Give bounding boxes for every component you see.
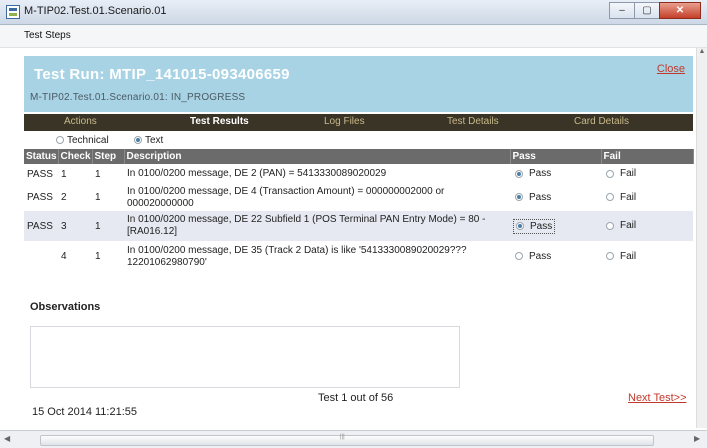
pass-label: Pass	[529, 191, 552, 203]
observations-textarea[interactable]	[30, 326, 460, 388]
minimize-button[interactable]: –	[609, 2, 635, 19]
tab-log-files[interactable]: Log Files	[324, 116, 365, 127]
observations-label: Observations	[30, 301, 101, 313]
test-run-status: M-TIP02.Test.01.Scenario.01: IN_PROGRESS	[30, 92, 246, 103]
pass-option[interactable]: Pass	[513, 191, 553, 204]
radio-selected-icon[interactable]	[515, 193, 523, 202]
radio-selected-icon[interactable]	[134, 136, 142, 145]
test-run-title: Test Run: MTIP_141015-093406659	[34, 66, 290, 83]
scroll-right-icon[interactable]: ▶	[694, 434, 700, 443]
fail-option[interactable]: Fail	[604, 191, 638, 204]
status-cell: PASS	[24, 164, 58, 184]
fail-label: Fail	[620, 191, 637, 203]
pass-cell: Pass	[510, 211, 601, 241]
tab-card-details[interactable]: Card Details	[574, 116, 629, 127]
table-row: PASS 3 1 In 0100/0200 message, DE 22 Sub…	[24, 211, 693, 241]
pass-cell: Pass	[510, 184, 601, 211]
step-cell: 1	[92, 184, 124, 211]
radio-icon[interactable]	[606, 169, 614, 178]
horizontal-scroll-thumb[interactable]	[40, 435, 654, 446]
radio-icon[interactable]	[606, 252, 614, 261]
table-header-row: Status Check Step Description Pass Fail	[24, 149, 694, 164]
fail-label: Fail	[620, 250, 637, 262]
check-cell: 1	[58, 164, 92, 184]
radio-icon[interactable]	[606, 221, 614, 230]
pass-option[interactable]: Pass	[513, 167, 553, 180]
step-cell: 1	[92, 241, 124, 272]
view-technical-label: Technical	[67, 135, 109, 146]
test-steps-table: Status Check Step Description Pass Fail …	[24, 149, 694, 272]
fail-label: Fail	[620, 220, 637, 232]
fail-option[interactable]: Fail	[604, 219, 638, 232]
pass-cell: Pass	[510, 241, 601, 272]
radio-selected-icon[interactable]	[515, 169, 523, 178]
fail-option[interactable]: Fail	[604, 167, 638, 180]
maximize-button[interactable]: ▢	[634, 2, 660, 19]
pass-cell: Pass	[510, 164, 601, 184]
step-cell: 1	[92, 164, 124, 184]
menu-bar: Test Steps	[0, 25, 707, 48]
timestamp: 15 Oct 2014 11:21:55	[32, 406, 137, 418]
view-text-label: Text	[145, 135, 164, 146]
radio-icon[interactable]	[56, 136, 64, 145]
description-cell: In 0100/0200 message, DE 4 (Transaction …	[124, 184, 510, 211]
window-controls: – ▢ ✕	[609, 2, 701, 19]
scroll-left-icon[interactable]: ◀	[4, 434, 10, 443]
scroll-grip-icon: |||	[340, 434, 345, 440]
fail-cell: Fail	[601, 184, 693, 211]
description-cell: In 0100/0200 message, DE 22 Subfield 1 (…	[124, 211, 510, 241]
description-cell: In 0100/0200 message, DE 2 (PAN) = 54133…	[124, 164, 510, 184]
fail-cell: Fail	[601, 164, 693, 184]
pass-option[interactable]: Pass	[513, 218, 556, 234]
view-technical-option[interactable]: Technical	[56, 135, 109, 146]
fail-option[interactable]: Fail	[604, 250, 638, 263]
col-check-header: Check	[58, 149, 93, 164]
col-description-header: Description	[124, 149, 511, 164]
fail-cell: Fail	[601, 211, 693, 241]
col-pass-header: Pass	[510, 149, 602, 164]
tab-test-details[interactable]: Test Details	[447, 116, 499, 127]
description-cell: In 0100/0200 message, DE 35 (Track 2 Dat…	[124, 241, 510, 272]
close-window-button[interactable]: ✕	[659, 2, 701, 19]
main-content: Test Run: MTIP_141015-093406659 M-TIP02.…	[0, 48, 697, 428]
tab-test-results[interactable]: Test Results	[190, 116, 249, 127]
status-cell: PASS	[24, 184, 58, 211]
col-fail-header: Fail	[601, 149, 694, 164]
window-title: M-TIP02.Test.01.Scenario.01	[24, 5, 167, 17]
scroll-up-icon[interactable]: ▲	[697, 48, 707, 55]
radio-icon[interactable]	[606, 193, 614, 202]
next-test-link[interactable]: Next Test>>	[628, 392, 687, 404]
table-row: 4 1 In 0100/0200 message, DE 35 (Track 2…	[24, 241, 693, 272]
vertical-scrollbar[interactable]: ▲	[696, 48, 707, 428]
table-row: PASS 1 1 In 0100/0200 message, DE 2 (PAN…	[24, 164, 693, 184]
fail-label: Fail	[620, 168, 637, 180]
menu-test-steps[interactable]: Test Steps	[24, 30, 71, 41]
pass-option[interactable]: Pass	[513, 250, 553, 263]
test-run-header: Test Run: MTIP_141015-093406659 M-TIP02.…	[24, 56, 693, 112]
pass-label: Pass	[530, 220, 553, 232]
col-status-header: Status	[24, 149, 59, 164]
view-toggle: Technical Text	[24, 134, 693, 147]
section-nav: Actions Test Results Log Files Test Deta…	[24, 114, 693, 131]
col-step-header: Step	[92, 149, 125, 164]
close-link[interactable]: Close	[657, 63, 685, 75]
radio-icon[interactable]	[515, 252, 523, 261]
app-icon	[6, 5, 20, 19]
check-cell: 2	[58, 184, 92, 211]
status-cell	[24, 241, 58, 272]
window-titlebar: M-TIP02.Test.01.Scenario.01 – ▢ ✕	[0, 0, 707, 25]
check-cell: 3	[58, 211, 92, 241]
horizontal-scrollbar[interactable]: ◀ ||| ▶	[0, 430, 707, 448]
fail-cell: Fail	[601, 241, 693, 272]
view-text-option[interactable]: Text	[134, 135, 163, 146]
tab-actions[interactable]: Actions	[64, 116, 97, 127]
check-cell: 4	[58, 241, 92, 272]
table-row: PASS 2 1 In 0100/0200 message, DE 4 (Tra…	[24, 184, 693, 211]
status-cell: PASS	[24, 211, 58, 241]
step-cell: 1	[92, 211, 124, 241]
pass-label: Pass	[529, 168, 552, 180]
radio-selected-icon[interactable]	[516, 222, 524, 230]
test-counter: Test 1 out of 56	[318, 392, 394, 404]
pass-label: Pass	[529, 250, 552, 262]
